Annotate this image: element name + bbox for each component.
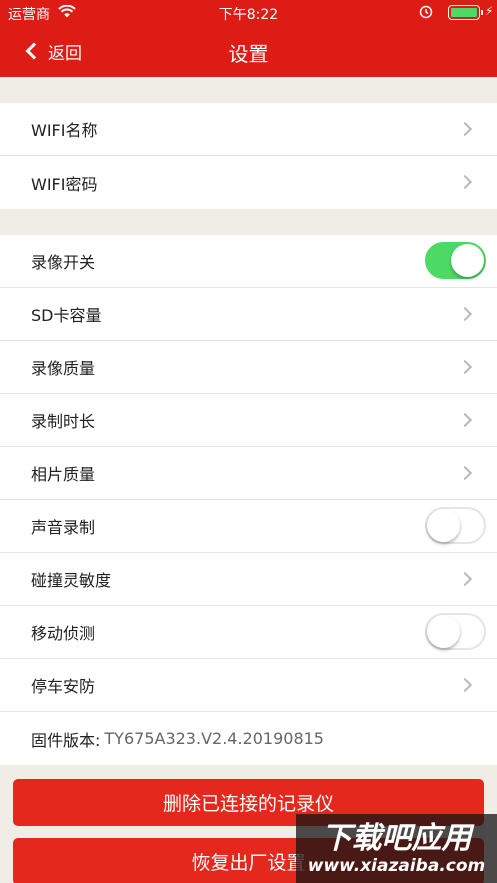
row-label: WIFI密码	[31, 174, 98, 194]
chevron-right-icon	[457, 306, 473, 322]
toggle-knob	[427, 509, 460, 542]
chevron-right-icon	[457, 412, 473, 428]
chevron-right-icon	[457, 571, 473, 587]
page-title: 设置	[228, 42, 269, 66]
row-label: 停车安防	[31, 677, 96, 696]
record-duration-row[interactable]: 录制时长	[0, 394, 497, 447]
firmware-label: 固件版本:	[31, 730, 101, 750]
toggle-knob	[451, 244, 484, 277]
battery-cap	[481, 10, 483, 15]
collision-sensitivity-row[interactable]: 碰撞灵敏度	[0, 553, 497, 606]
record-switch-row: 录像开关	[0, 235, 497, 288]
row-label: 移动侦测	[31, 624, 96, 643]
video-quality-row[interactable]: 录像质量	[0, 341, 497, 394]
wifi-settings-group: WIFI名称 WIFI密码	[0, 103, 497, 209]
row-label: WIFI名称	[31, 121, 98, 140]
header: 运营商 下午8:22 ⚡ 返回 设置	[0, 0, 497, 77]
device-settings-group: 录像开关 SD卡容量 录像质量 录制时长 相片质量 声音录制 碰撞灵敏度 移动侦…	[0, 235, 497, 765]
row-label: 录像开关	[31, 253, 96, 272]
wifi-name-row[interactable]: WIFI名称	[0, 103, 497, 156]
watermark-logo: 下载吧应用 www.xiazaiba.com	[296, 814, 497, 883]
sound-record-row: 声音录制	[0, 500, 497, 553]
row-label: 相片质量	[31, 465, 96, 484]
parking-guard-row[interactable]: 停车安防	[0, 659, 497, 712]
firmware-version-row: 固件版本: TY675A323.V2.4.20190815	[0, 712, 497, 765]
chevron-right-icon	[457, 677, 473, 693]
photo-quality-row[interactable]: 相片质量	[0, 447, 497, 500]
chevron-right-icon	[457, 465, 473, 481]
chevron-right-icon	[457, 359, 473, 375]
row-label: 碰撞灵敏度	[31, 571, 112, 590]
row-label: SD卡容量	[31, 306, 102, 325]
toggle-knob	[427, 615, 460, 648]
chevron-right-icon	[457, 121, 473, 137]
alarm-icon	[419, 5, 433, 19]
row-label: 声音录制	[31, 518, 96, 537]
motion-detect-row: 移动侦测	[0, 606, 497, 659]
wifi-password-row[interactable]: WIFI密码	[0, 156, 497, 209]
motion-detect-toggle[interactable]	[425, 613, 486, 650]
battery-icon	[448, 5, 480, 20]
firmware-version-value: TY675A323.V2.4.20190815	[104, 729, 324, 748]
row-label: 录像质量	[31, 359, 96, 378]
record-toggle[interactable]	[425, 242, 486, 279]
battery-level	[451, 8, 477, 17]
watermark-title: 下载吧应用	[321, 820, 472, 856]
charging-icon: ⚡	[485, 4, 494, 18]
row-label: 录制时长	[31, 412, 96, 431]
status-bar: 运营商 下午8:22 ⚡	[0, 0, 497, 24]
watermark-url: www.xiazaiba.com	[307, 855, 486, 876]
sd-capacity-row[interactable]: SD卡容量	[0, 288, 497, 341]
sound-record-toggle[interactable]	[425, 507, 486, 544]
chevron-right-icon	[457, 174, 473, 190]
